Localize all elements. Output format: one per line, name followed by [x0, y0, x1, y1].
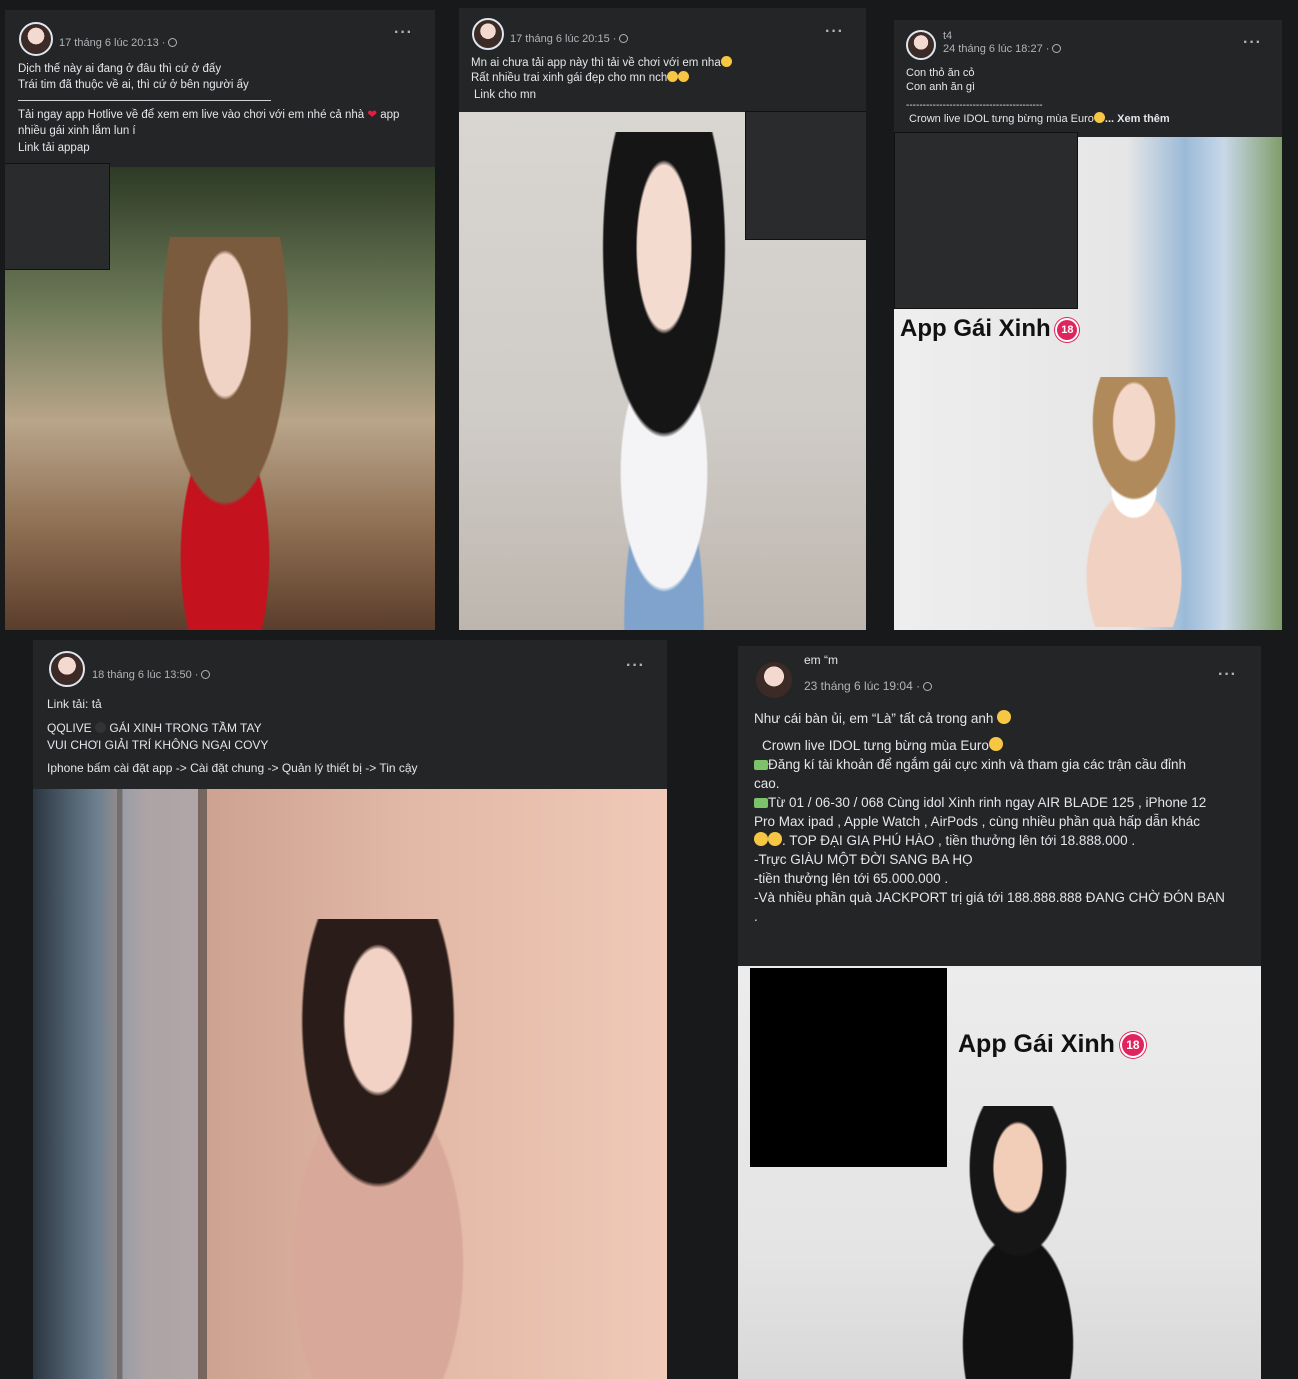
post-timestamp[interactable]: 17 tháng 6 lúc 20:13 · [59, 37, 178, 49]
post-link-text[interactable]: Link tải appap [18, 141, 90, 157]
post-text: Crown live IDOL tưng bừng mùa Euro [762, 736, 1252, 755]
heart-icon: ❤ [367, 109, 378, 121]
post-5: em “m 23 tháng 6 lúc 19:04 · ··· Như cái… [738, 646, 1261, 1379]
emoji-icon [720, 56, 732, 67]
avatar[interactable] [906, 30, 936, 60]
author-name[interactable]: t4 [943, 30, 952, 42]
post-text: Như cái bàn ủi, em “Là” tất cả trong anh [754, 709, 1254, 728]
emoji-icon [1093, 112, 1105, 123]
post-text: Con thỏ ăn cỏ Con anh ăn gì [906, 67, 976, 93]
see-more-link[interactable]: ... Xem thêm [1105, 113, 1170, 125]
post-link-text[interactable]: Link tải: tả [47, 697, 102, 713]
woman-figure [243, 919, 543, 1379]
avatar[interactable] [754, 660, 794, 700]
overlay-title: App Gái Xinh 18 [900, 315, 1078, 343]
post-timestamp[interactable]: 17 tháng 6 lúc 20:15 · [510, 33, 629, 45]
post-text: Dịch thế này ai đang ở đâu thì cứ ở đấy … [18, 63, 249, 91]
post-text: Đăng kí tài khoản để ngắm gái cực xinh v… [754, 757, 1187, 791]
post-text: . TOP ĐẠI GIA PHÚ HÀO , tiền thưởng lên … [754, 831, 1254, 850]
clap-icon [768, 832, 782, 846]
post-4: 18 tháng 6 lúc 13:50 · ··· Link tải: tả … [33, 640, 667, 1379]
redacted-box [745, 111, 866, 240]
clap-icon [754, 832, 768, 846]
post-photo[interactable] [33, 789, 667, 1379]
redacted-box [894, 132, 1078, 309]
post-3: t4 24 tháng 6 lúc 18:27 · ··· Con thỏ ăn… [894, 20, 1282, 630]
more-options-icon[interactable]: ··· [825, 23, 844, 41]
post-text: Mn ai chưa tải app này thì tải về chơi v… [471, 56, 851, 72]
post-text: -Trực GIÀU MỘT ĐỜI SANG BA HỌ -tiền thưở… [754, 852, 1225, 924]
globe-icon [1052, 44, 1062, 53]
woman-figure [115, 237, 335, 630]
emoji-icon [667, 71, 679, 82]
post-1: 17 tháng 6 lúc 20:13 · ··· Dịch thế này … [5, 10, 435, 630]
overlay-title: App Gái Xinh 18 [958, 1030, 1144, 1059]
woman-figure [1044, 377, 1244, 627]
divider [18, 100, 271, 101]
more-options-icon[interactable]: ··· [394, 24, 413, 42]
redacted-box [5, 163, 110, 270]
author-name[interactable]: em “m [804, 653, 838, 667]
post-link-text[interactable]: Link cho mn [474, 88, 536, 104]
window-frame [117, 789, 207, 1379]
post-text: Iphone bấm cài đặt app -> Cài đặt chung … [47, 761, 418, 775]
redacted-box [750, 968, 947, 1167]
post-timestamp[interactable]: 23 tháng 6 lúc 19:04 · [804, 679, 933, 693]
post-text: Tải ngay app Hotlive về để xem em live v… [18, 109, 400, 137]
emoji-icon [997, 710, 1012, 724]
globe-icon [619, 34, 629, 43]
money-icon [754, 760, 768, 770]
globe-icon [168, 38, 178, 47]
post-timestamp[interactable]: 18 tháng 6 lúc 13:50 · [92, 669, 211, 681]
globe-icon [201, 670, 211, 679]
post-text: Crown live IDOL tưng bừng mùa Euro... Xe… [909, 112, 1170, 125]
post-timestamp[interactable]: 24 tháng 6 lúc 18:27 · [943, 43, 1062, 55]
globe-icon [923, 682, 933, 691]
18-plus-icon: 18 [1057, 319, 1078, 340]
party-icon [988, 737, 1003, 751]
more-options-icon[interactable]: ··· [626, 657, 645, 675]
avatar[interactable] [19, 22, 53, 56]
emoji-icon [95, 722, 107, 733]
post-2: 17 tháng 6 lúc 20:15 · ··· Mn ai chưa tả… [459, 8, 866, 630]
post-text: Rất nhiều trai xinh gái đẹp cho mn nch [471, 71, 851, 87]
post-text: Từ 01 / 06-30 / 068 Cùng idol Xinh rinh … [754, 795, 1207, 829]
post-text: QQLIVE GÁI XINH TRONG TẦM TAY VUI CHƠI G… [47, 721, 269, 752]
18-plus-icon: 18 [1121, 1034, 1144, 1057]
avatar[interactable] [472, 18, 504, 50]
avatar[interactable] [49, 651, 85, 687]
emoji-icon [678, 71, 690, 82]
more-options-icon[interactable]: ··· [1243, 34, 1262, 52]
money-icon [754, 798, 768, 808]
more-options-icon[interactable]: ··· [1218, 666, 1237, 684]
